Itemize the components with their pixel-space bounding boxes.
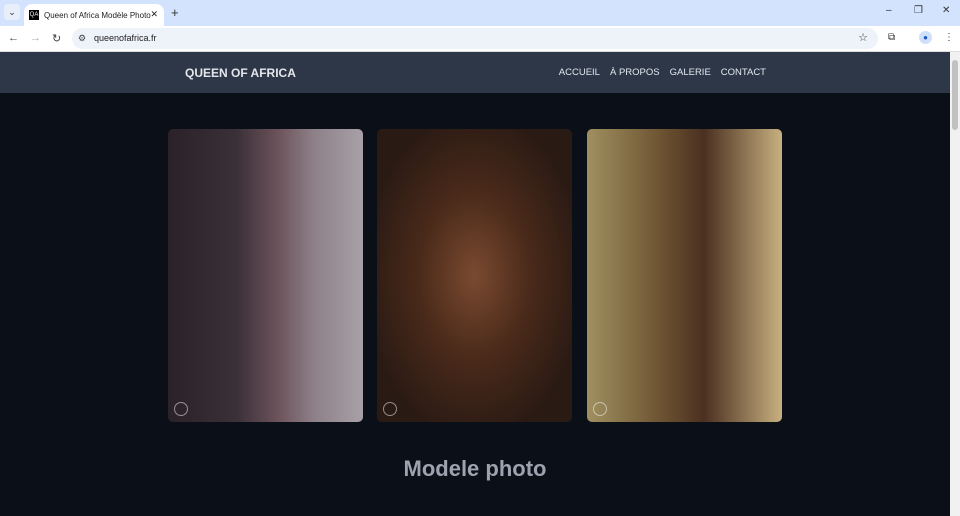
gallery-photo-3[interactable] — [587, 129, 782, 422]
close-window-icon[interactable]: ✕ — [942, 5, 950, 16]
address-bar[interactable]: ⚙ queenofafrica.fr ☆ — [72, 28, 878, 49]
site-info-icon[interactable]: ⚙ — [78, 28, 86, 49]
browser-tab[interactable]: QA Queen of Africa Modèle Photo ✕ — [24, 4, 164, 26]
nav-galerie[interactable]: GALERIE — [670, 67, 711, 78]
menu-icon[interactable]: ⋮ — [944, 32, 954, 43]
watermark-icon — [593, 402, 607, 416]
gallery-photo-2[interactable] — [377, 129, 572, 422]
nav-accueil[interactable]: ACCUEIL — [559, 67, 600, 78]
tab-search-button[interactable]: ⌄ — [4, 4, 20, 20]
forward-icon[interactable]: → — [30, 32, 41, 44]
reload-icon[interactable]: ↻ — [52, 32, 61, 45]
gallery-photo-1[interactable] — [168, 129, 363, 422]
browser-tab-bar: ⌄ QA Queen of Africa Modèle Photo ✕ + – … — [0, 0, 960, 26]
nav-a-propos[interactable]: À PROPOS — [610, 67, 660, 78]
extensions-icon[interactable]: ⧉ — [888, 32, 895, 43]
url-text: queenofafrica.fr — [94, 33, 157, 43]
watermark-icon — [174, 402, 188, 416]
favicon-icon: QA — [29, 10, 39, 20]
tab-title: Queen of Africa Modèle Photo — [44, 10, 151, 20]
nav-links: ACCUEIL À PROPOS GALERIE CONTACT — [559, 67, 766, 78]
close-tab-icon[interactable]: ✕ — [150, 9, 158, 20]
section-heading: Modele photo — [403, 456, 547, 481]
scrollbar-thumb[interactable] — [952, 60, 958, 130]
nav-contact[interactable]: CONTACT — [721, 67, 766, 78]
new-tab-button[interactable]: + — [171, 5, 179, 20]
profile-avatar-icon[interactable]: ● — [919, 31, 932, 44]
bookmark-star-icon[interactable]: ☆ — [858, 28, 868, 49]
back-icon[interactable]: ← — [8, 32, 19, 44]
scrollbar[interactable] — [950, 52, 960, 516]
restore-icon[interactable]: ❐ — [914, 5, 923, 16]
site-brand[interactable]: QUEEN OF AFRICA — [185, 66, 296, 80]
site-navbar: QUEEN OF AFRICA ACCUEIL À PROPOS GALERIE… — [0, 52, 950, 93]
watermark-icon — [383, 402, 397, 416]
browser-toolbar: ← → ↻ ⚙ queenofafrica.fr ☆ ⧉ ● ⋮ — [0, 26, 960, 52]
minimize-icon[interactable]: – — [886, 5, 892, 16]
